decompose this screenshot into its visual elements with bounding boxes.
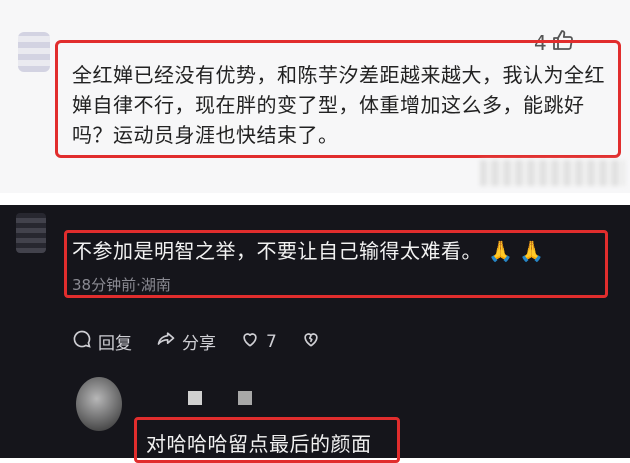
prayer-hands-emoji: 🙏 <box>519 239 545 263</box>
comment-text: 不参加是明智之举，不要让自己输得太难看。 🙏 🙏 <box>72 237 545 265</box>
blurred-username <box>238 391 252 405</box>
share-label: 分享 <box>182 334 216 354</box>
comment-actions: 回复 分享 7 <box>72 329 321 354</box>
comment-body: 不参加是明智之举，不要让自己输得太难看。 <box>72 239 482 263</box>
comment-icon <box>72 329 92 354</box>
reply-text: 对哈哈哈留点最后的颜面 <box>146 432 372 456</box>
heart-icon <box>240 329 260 354</box>
dislike-button[interactable] <box>301 329 321 354</box>
comment-text: 全红婵已经没有优势，和陈芋汐差距越来越大，我认为全红婵自律不行，现在胖的变了型，… <box>72 63 605 147</box>
avatar[interactable] <box>16 213 46 253</box>
share-icon <box>156 329 176 354</box>
top-comment-card: 4 全红婵已经没有优势，和陈芋汐差距越来越大，我认为全红婵自律不行，现在胖的变了… <box>0 0 630 193</box>
prayer-hands-emoji: 🙏 <box>488 239 514 263</box>
section-divider <box>0 193 630 205</box>
reply-label: 回复 <box>98 334 132 354</box>
dislike-heart-icon <box>301 329 321 354</box>
dark-comment-card: 不参加是明智之举，不要让自己输得太难看。🙏🙏 38分钟前·湖南 回复 分享 <box>0 205 630 463</box>
comment-meta: 38分钟前·湖南 <box>72 276 171 294</box>
avatar[interactable] <box>76 377 122 431</box>
like-button[interactable]: 7 <box>240 329 277 354</box>
share-button[interactable]: 分享 <box>156 329 216 354</box>
avatar[interactable] <box>18 32 50 72</box>
blurred-metadata <box>480 160 625 186</box>
blurred-username <box>188 391 202 405</box>
reply-button[interactable]: 回复 <box>72 329 132 354</box>
like-count: 7 <box>266 331 277 352</box>
